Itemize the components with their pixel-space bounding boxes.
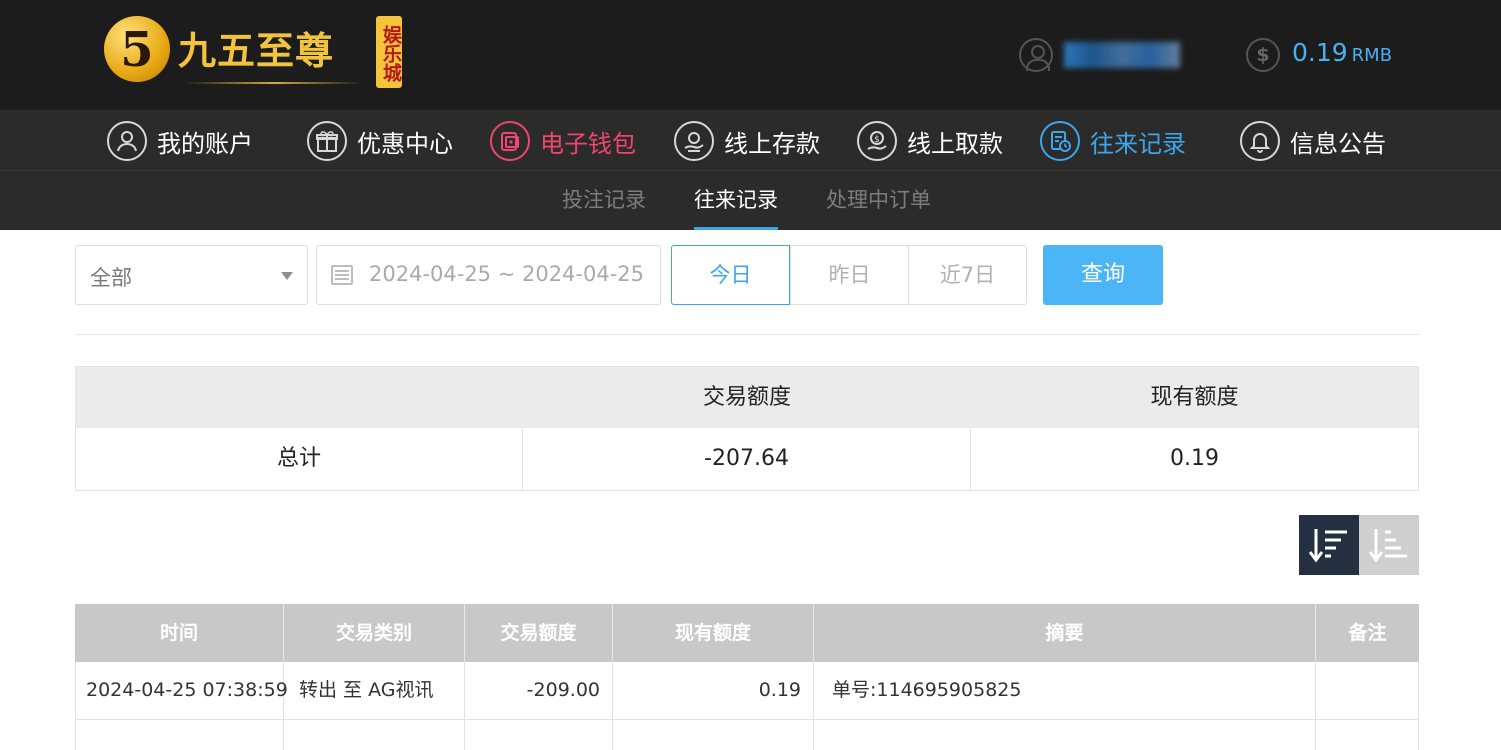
column-header-time[interactable]: 时间 [75,604,284,662]
tab-transaction-records[interactable]: 往来记录 [694,171,778,230]
cell-type: 转出 至 AG视讯 [284,662,465,719]
nav-label: 电子钱包 [540,129,636,158]
sort-desc-icon [1309,529,1347,563]
user-circle-icon [107,121,147,161]
quick-range-today[interactable]: 今日 [671,245,790,305]
user-icon [1019,38,1053,72]
cell-empty [465,720,613,750]
type-select[interactable]: 全部 [75,245,308,305]
nav-transaction-records[interactable]: 往来记录 [1040,120,1186,162]
sort-asc-icon [1369,529,1407,563]
logo-emblem: 5 [104,16,170,82]
withdraw-coin-icon: $ [857,121,897,161]
username[interactable]: lushu5 [1064,42,1180,68]
column-header-balance[interactable]: 现有额度 [613,604,814,662]
cell-summary: 单号:114695905825 [814,662,1316,719]
logo-numeral: 5 [120,22,154,78]
cell-note [1316,662,1419,719]
summary-header-row: 交易额度 现有额度 [76,367,1418,428]
balance-value: 0.19 [1292,38,1348,67]
record-clock-icon [1040,121,1080,161]
date-range-input[interactable]: 2024-04-25 ~ 2024-04-25 [316,245,661,305]
nav-label: 线上存款 [724,129,820,158]
summary-row: 总计 -207.64 0.19 [76,428,1418,490]
sub-nav: 投注记录 往来记录 处理中订单 [0,171,1501,230]
nav-online-deposit[interactable]: 线上存款 [674,120,820,162]
deposit-hand-icon [674,121,714,161]
nav-online-withdraw[interactable]: $ 线上取款 [857,120,1003,162]
chevron-down-icon [281,272,293,280]
quick-range-yesterday[interactable]: 昨日 [790,245,909,305]
column-header-note[interactable]: 备注 [1316,604,1419,662]
summary-header-balance: 现有额度 [1150,385,1239,410]
wallet-icon [490,121,530,161]
nav-my-account[interactable]: 我的账户 [107,120,253,162]
account-balance: 0.19 RMB [1292,38,1392,67]
summary-total-label: 总计 [76,428,523,490]
balance-currency: RMB [1351,45,1393,66]
sort-desc-button[interactable] [1299,515,1359,575]
nav-label: 往来记录 [1090,129,1186,158]
brand-logo[interactable]: 5 九五至尊 娱乐城 [104,14,404,94]
nav-announcements[interactable]: 信息公告 [1240,120,1386,162]
nav-label: 信息公告 [1290,129,1386,158]
date-range-value: 2024-04-25 ~ 2024-04-25 [369,262,645,286]
main-nav: 我的账户 优惠中心 电子钱包 线上存款 $ 线上取款 往来记录 信息公告 [0,110,1501,171]
table-row-partial [75,720,1419,750]
cell-empty [76,720,284,750]
column-header-summary[interactable]: 摘要 [814,604,1316,662]
nav-label: 线上取款 [907,129,1003,158]
top-header: 5 九五至尊 娱乐城 lushu5 $ 0.19RMB [0,0,1501,110]
svg-text:$: $ [874,135,880,145]
summary-total-balance: 0.19 [1170,446,1219,471]
cell-amount: -209.00 [465,662,613,719]
bell-icon [1240,121,1280,161]
nav-promotions[interactable]: 优惠中心 [307,120,453,162]
gift-icon [307,121,347,161]
cell-empty [613,720,814,750]
cell-empty [284,720,465,750]
column-header-amount[interactable]: 交易额度 [465,604,613,662]
query-button[interactable]: 查询 [1043,245,1163,305]
summary-table: 交易额度 现有额度 总计 -207.64 0.19 [75,366,1419,491]
summary-header-transaction: 交易额度 [702,385,791,410]
tab-bet-records[interactable]: 投注记录 [562,171,646,230]
quick-range-7days[interactable]: 近7日 [908,245,1027,305]
nav-label: 优惠中心 [357,129,453,158]
brand-badge: 娱乐城 [376,16,402,88]
summary-header-empty [76,367,523,428]
table-row[interactable]: 2024-04-25 07:38:59 转出 至 AG视讯 -209.00 0.… [75,662,1419,720]
calendar-icon [331,265,353,285]
records-header-row: 时间 交易类别 交易额度 现有额度 摘要 备注 [75,604,1419,662]
dollar-coin-icon: $ [1246,38,1280,72]
cell-balance: 0.19 [613,662,814,719]
cell-empty [1316,720,1419,750]
tab-pending-orders[interactable]: 处理中订单 [826,171,931,230]
divider [75,334,1419,335]
summary-total-transaction: -207.64 [523,428,971,490]
brand-name: 九五至尊 [178,28,335,73]
logo-ornament [184,82,364,84]
sort-asc-button[interactable] [1359,515,1419,575]
cell-time: 2024-04-25 07:38:59 [76,662,288,719]
type-select-value: 全部 [90,266,132,290]
nav-label: 我的账户 [157,129,253,158]
cell-empty [814,720,1316,750]
column-header-type[interactable]: 交易类别 [284,604,465,662]
nav-e-wallet[interactable]: 电子钱包 [490,120,636,162]
